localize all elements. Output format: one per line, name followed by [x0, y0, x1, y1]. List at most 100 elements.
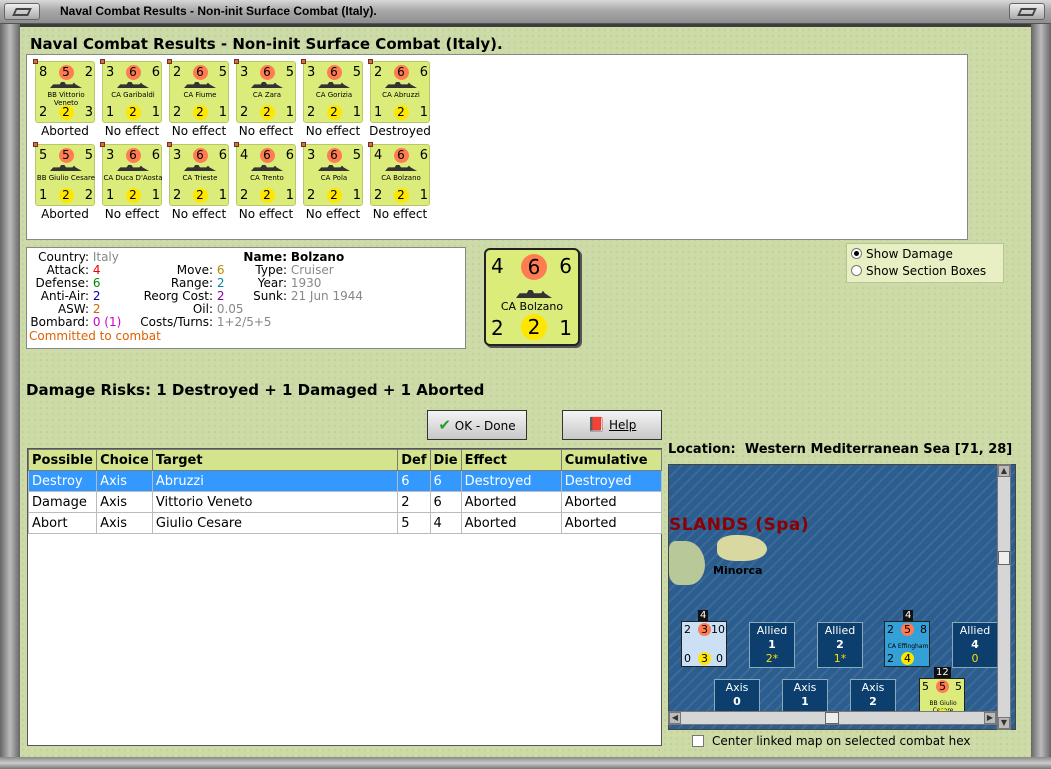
map-allied-unit[interactable]: Allied 1 2* — [749, 622, 795, 668]
ship-bottom-right: 1 — [285, 105, 294, 120]
ship-silhouette-icon — [318, 165, 350, 171]
unit-count: 0 — [733, 695, 741, 708]
column-header[interactable]: Die — [429, 449, 462, 471]
ship-silhouette-icon — [385, 165, 417, 171]
stack-att: 3 — [698, 623, 711, 636]
ok-done-button[interactable]: ✔ OK - Done — [427, 410, 527, 440]
status-marker-icon — [368, 59, 373, 64]
ship-card[interactable]: 5 5 5 BB Giulio Cesare 1 2 2 — [33, 142, 95, 206]
ship-card[interactable]: 8 5 2 BB Vittorio Veneto 2 2 3 — [33, 59, 95, 123]
unit-side: Axis — [725, 681, 749, 694]
table-cell: Aborted — [560, 512, 663, 534]
ship-bottom-left: 1 — [39, 188, 48, 203]
ship-card[interactable]: 3 6 5 CA Gorizia 2 2 1 — [301, 59, 363, 123]
antiair-value: 2 — [92, 289, 101, 303]
stack-def: 3 — [698, 652, 711, 665]
scroll-down-icon[interactable]: ▼ — [998, 717, 1010, 729]
table-cell: 4 — [429, 512, 462, 534]
table-header-row: Possible Choice Target Def Die Effect Cumulati… — [27, 449, 663, 471]
ship-silhouette-icon — [251, 82, 283, 88]
ship-card[interactable]: 3 6 6 CA Garibaldi 1 2 1 — [100, 59, 162, 123]
map-horizontal-scrollbar[interactable]: ◀ ▶ — [668, 711, 997, 725]
mini-map[interactable]: SLANDS (Spa) Minorca 4 2 3 10 0 3 0 Alli… — [668, 464, 1016, 730]
column-header[interactable]: Def — [397, 449, 431, 471]
help-button[interactable]: 📕 Help — [562, 410, 662, 440]
card-top-left: 4 — [491, 254, 504, 278]
stack-tr: 10 — [711, 623, 725, 636]
scroll-up-icon[interactable]: ▲ — [998, 465, 1010, 477]
map-stack-ca-effingham[interactable]: 4 2 5 8 CA Effingham 2 4 — [884, 610, 930, 667]
horizontal-scroll-thumb[interactable] — [825, 712, 839, 724]
ship-bottom-left: 2 — [240, 188, 249, 203]
ship-defense: 2 — [192, 105, 208, 120]
scroll-right-icon[interactable]: ▶ — [984, 712, 996, 724]
left-border — [0, 24, 20, 769]
restore-button[interactable] — [1009, 3, 1045, 20]
table-row[interactable]: Abort Axis Giulio Cesare 5 4 Aborted Aborted — [27, 512, 663, 534]
column-header[interactable]: Possible — [27, 449, 98, 471]
ship-results-panel: 8 5 2 BB Vittorio Veneto 2 2 3 Aborted 3 6 6 CA Gar… — [26, 54, 968, 240]
table-cell: Abruzzi — [151, 470, 399, 492]
ship-bottom-right: 1 — [419, 105, 428, 120]
ship-card[interactable]: 2 6 5 CA Fiume 2 2 1 — [167, 59, 229, 123]
status-marker-icon — [33, 59, 38, 64]
ship-card[interactable]: 3 6 6 CA Duca D'Aosta 1 2 1 — [100, 142, 163, 206]
ship-defense: 2 — [58, 105, 74, 120]
ship-card[interactable]: 4 6 6 CA Trento 2 2 1 — [234, 142, 296, 206]
ship-card[interactable]: 3 6 5 CA Pola 2 2 1 — [301, 142, 363, 206]
ship-silhouette-icon — [117, 82, 149, 88]
page-title: Naval Combat Results - Non-init Surface … — [30, 35, 503, 53]
ship-bottom-left: 1 — [106, 188, 115, 203]
ship-attack: 6 — [326, 65, 342, 80]
table-row[interactable]: Damage Axis Vittorio Veneto 2 6 Aborted Aborte… — [27, 491, 663, 513]
ship-result: No effect — [238, 124, 294, 138]
ship-name: CA Garibaldi — [111, 91, 155, 99]
ship-result: No effect — [104, 207, 160, 221]
show-damage-radio[interactable]: Show Damage — [851, 247, 953, 261]
map-allied-unit[interactable]: Allied 2 1* — [817, 622, 863, 668]
status-marker-icon — [301, 59, 306, 64]
ship-card[interactable]: 2 6 6 CA Abruzzi 1 2 1 — [368, 59, 430, 123]
vertical-scroll-thumb[interactable] — [998, 551, 1010, 565]
map-allied-unit[interactable]: Allied 4 0 — [952, 622, 998, 668]
name-value: Bolzano — [290, 250, 345, 264]
window-menu-button[interactable] — [4, 3, 40, 20]
unit-info-panel: Country: Italy Attack: 4 Defense: 6 Anti… — [26, 247, 466, 349]
ship-card[interactable]: 3 6 5 CA Zara 2 2 1 — [234, 59, 296, 123]
column-header[interactable]: Target — [151, 449, 399, 471]
unit-side: Axis — [861, 681, 885, 694]
ship-card[interactable]: 4 6 6 CA Bolzano 2 2 1 — [368, 142, 430, 206]
scroll-left-icon[interactable]: ◀ — [669, 712, 681, 724]
table-row[interactable]: Destroy Axis Abruzzi 6 6 Destroyed Destroyed — [27, 470, 663, 492]
column-header[interactable]: Effect — [460, 449, 562, 471]
table-cell: Destroy — [27, 470, 98, 492]
column-header[interactable]: Choice — [96, 449, 153, 471]
map-vertical-scrollbar[interactable]: ▲ ▼ — [997, 464, 1011, 730]
ship-card[interactable]: 3 6 6 CA Trieste 2 2 1 — [167, 142, 229, 206]
card-top-right: 6 — [559, 254, 572, 278]
ship-name: CA Zara — [252, 91, 282, 99]
oil-value: 0.05 — [216, 302, 244, 316]
costs-label: Costs/Turns: — [140, 315, 213, 329]
show-sections-radio[interactable]: Show Section Boxes — [851, 264, 986, 278]
window-frame: Naval Combat Results - Non-init Surface … — [0, 0, 1051, 769]
unit-side: Allied — [959, 624, 991, 637]
defense-value: 6 — [92, 276, 101, 290]
ship-top-right: 6 — [419, 65, 428, 80]
ship-top-right: 6 — [419, 148, 428, 163]
stack-count: 4 — [903, 610, 914, 621]
ship-name: CA Duca D'Aosta — [103, 174, 163, 182]
unit-value: 2* — [765, 652, 779, 665]
table-cell: Destroyed — [460, 470, 562, 492]
ship-attack: 6 — [192, 148, 208, 163]
center-map-checkbox[interactable]: Center linked map on selected combat hex — [692, 734, 971, 748]
status-text: Committed to combat — [29, 329, 161, 343]
ship-name: CA Pola — [320, 174, 348, 182]
table-cell: 6 — [429, 470, 462, 492]
ship-name: CA Fiume — [183, 91, 217, 99]
table-body: Destroy Axis Abruzzi 6 6 Destroyed Destroyed Da… — [27, 470, 663, 534]
ship-defense: 2 — [326, 105, 342, 120]
column-header[interactable]: Cumulative — [560, 449, 663, 471]
map-stack-allied-ships[interactable]: 4 2 3 10 0 3 0 — [681, 610, 727, 667]
ship-silhouette-icon — [251, 165, 283, 171]
